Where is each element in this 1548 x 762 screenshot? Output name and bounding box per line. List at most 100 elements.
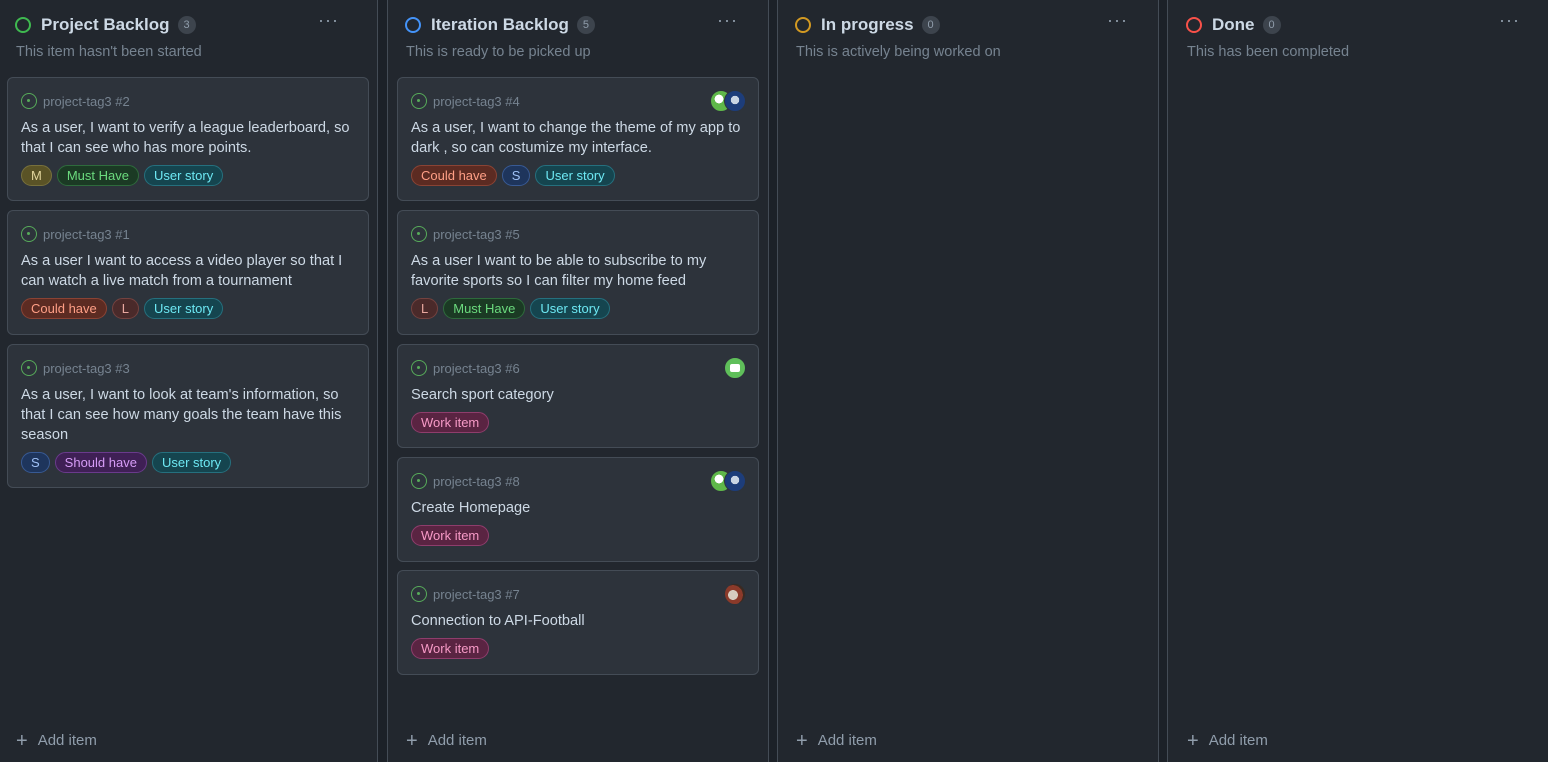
card-title[interactable]: As a user, I want to verify a league lea…: [21, 118, 355, 158]
add-item-button[interactable]: + Add item: [16, 729, 97, 752]
label-type[interactable]: User story: [151, 452, 232, 473]
card-meta: project-tag3 #5: [411, 225, 745, 243]
card-repo-ref[interactable]: project-tag3 #7: [433, 587, 520, 602]
column-title: In progress: [821, 15, 914, 34]
issue-card[interactable]: project-tag3 #7 Connection to API-Footba…: [397, 570, 759, 675]
card-repo-ref[interactable]: project-tag3 #1: [43, 227, 130, 242]
issue-card[interactable]: project-tag3 #1 As a user I want to acce…: [7, 210, 369, 335]
add-item-button[interactable]: + Add item: [1187, 731, 1268, 751]
label-priority[interactable]: Must Have: [443, 298, 526, 319]
label-type[interactable]: Work item: [411, 638, 490, 659]
card-title[interactable]: Connection to API-Football: [411, 611, 745, 631]
card-title[interactable]: As a user I want to be able to subscribe…: [411, 251, 745, 291]
issue-card[interactable]: project-tag3 #5 As a user I want to be a…: [397, 210, 759, 335]
card-title[interactable]: As a user, I want to change the theme of…: [411, 118, 745, 158]
card-meta: project-tag3 #4: [411, 92, 745, 110]
label-type[interactable]: User story: [530, 298, 610, 319]
column-title: Done: [1212, 15, 1255, 34]
assignee-avatars: [724, 357, 746, 379]
item-count-badge: 3: [177, 16, 196, 34]
item-count-badge: 5: [576, 16, 595, 34]
label-type[interactable]: User story: [144, 298, 224, 319]
status-ring-icon: [795, 17, 811, 33]
card-labels: Work item: [411, 525, 745, 546]
issue-card[interactable]: project-tag3 #3 As a user, I want to loo…: [7, 344, 369, 488]
card-labels: Could have L User story: [21, 298, 355, 319]
label-priority[interactable]: Must Have: [56, 165, 139, 186]
column-header: In progress 0 ···: [795, 11, 1150, 38]
issue-open-icon: [411, 473, 427, 489]
card-title[interactable]: As a user, I want to look at team's info…: [21, 385, 355, 445]
add-item-label: Add item: [1208, 732, 1268, 749]
column-description: This is actively being worked on: [796, 44, 1001, 60]
kebab-menu-icon[interactable]: ···: [717, 11, 738, 29]
column-header: Done 0 ···: [1186, 11, 1542, 38]
card-title[interactable]: As a user I want to access a video playe…: [21, 251, 355, 291]
add-item-label: Add item: [37, 732, 97, 749]
label-size[interactable]: M: [21, 165, 52, 186]
issue-card[interactable]: project-tag3 #6 Search sport category Wo…: [397, 344, 759, 448]
kebab-menu-icon[interactable]: ···: [1107, 11, 1128, 29]
card-repo-ref[interactable]: project-tag3 #6: [433, 361, 520, 376]
avatar[interactable]: [724, 90, 746, 112]
column-header: Iteration Backlog 5 ···: [405, 11, 760, 38]
label-priority[interactable]: Could have: [21, 298, 107, 319]
label-type[interactable]: User story: [535, 165, 615, 186]
add-item-label: Add item: [817, 732, 877, 749]
label-size[interactable]: L: [111, 298, 140, 319]
label-type[interactable]: User story: [143, 165, 224, 186]
label-type[interactable]: Work item: [411, 412, 490, 433]
avatar[interactable]: [724, 470, 746, 492]
card-repo-ref[interactable]: project-tag3 #2: [43, 94, 130, 109]
column-description: This item hasn't been started: [16, 44, 202, 60]
add-item-label: Add item: [427, 732, 487, 749]
card-repo-ref[interactable]: project-tag3 #5: [433, 227, 520, 242]
plus-icon: +: [16, 729, 28, 752]
card-title[interactable]: Search sport category: [411, 385, 745, 405]
card-meta: project-tag3 #3: [21, 359, 355, 377]
label-priority[interactable]: Should have: [54, 452, 147, 473]
issue-card[interactable]: project-tag3 #4 As a user, I want to cha…: [397, 77, 759, 201]
column-description: This is ready to be picked up: [406, 44, 591, 60]
card-title[interactable]: Create Homepage: [411, 498, 745, 518]
add-item-button[interactable]: + Add item: [406, 731, 487, 751]
card-labels: L Must Have User story: [411, 298, 745, 319]
card-labels: Work item: [411, 412, 745, 433]
label-size[interactable]: L: [411, 298, 439, 319]
column-project-backlog: Project Backlog 3 ··· This item hasn't b…: [0, 0, 378, 762]
card-meta: project-tag3 #8: [411, 472, 745, 490]
avatar[interactable]: [724, 583, 746, 605]
column-done: Done 0 ··· This has been completed + Add…: [1167, 0, 1548, 762]
item-count-badge: 0: [921, 16, 940, 34]
issue-card[interactable]: project-tag3 #8 Create Homepage Work ite…: [397, 457, 759, 562]
issue-open-icon: [21, 93, 37, 109]
kebab-menu-icon[interactable]: ···: [1499, 11, 1520, 29]
status-ring-icon: [405, 17, 421, 33]
label-priority[interactable]: Could have: [411, 165, 497, 186]
assignee-avatars: [710, 90, 746, 112]
card-labels: Work item: [411, 638, 745, 659]
issue-open-icon: [411, 360, 427, 376]
avatar[interactable]: [724, 357, 746, 379]
card-repo-ref[interactable]: project-tag3 #3: [43, 361, 130, 376]
card-meta: project-tag3 #2: [21, 92, 355, 110]
column-title: Iteration Backlog: [431, 15, 569, 34]
issue-open-icon: [411, 226, 427, 242]
add-item-button[interactable]: + Add item: [796, 729, 877, 752]
issue-open-icon: [21, 226, 37, 242]
card-meta: project-tag3 #1: [21, 225, 355, 243]
kebab-menu-icon[interactable]: ···: [318, 11, 339, 29]
column-description: This has been completed: [1187, 44, 1350, 60]
label-type[interactable]: Work item: [411, 525, 490, 546]
assignee-avatars: [710, 470, 746, 492]
issue-card[interactable]: project-tag3 #2 As a user, I want to ver…: [7, 77, 369, 201]
card-repo-ref[interactable]: project-tag3 #4: [433, 94, 520, 109]
label-size[interactable]: S: [501, 165, 531, 186]
issue-open-icon: [21, 360, 37, 376]
card-labels: S Should have User story: [21, 452, 355, 473]
plus-icon: +: [796, 729, 808, 752]
card-meta: project-tag3 #7: [411, 585, 745, 603]
card-repo-ref[interactable]: project-tag3 #8: [433, 474, 520, 489]
label-size[interactable]: S: [21, 452, 50, 473]
card-labels: Could have S User story: [411, 165, 745, 186]
